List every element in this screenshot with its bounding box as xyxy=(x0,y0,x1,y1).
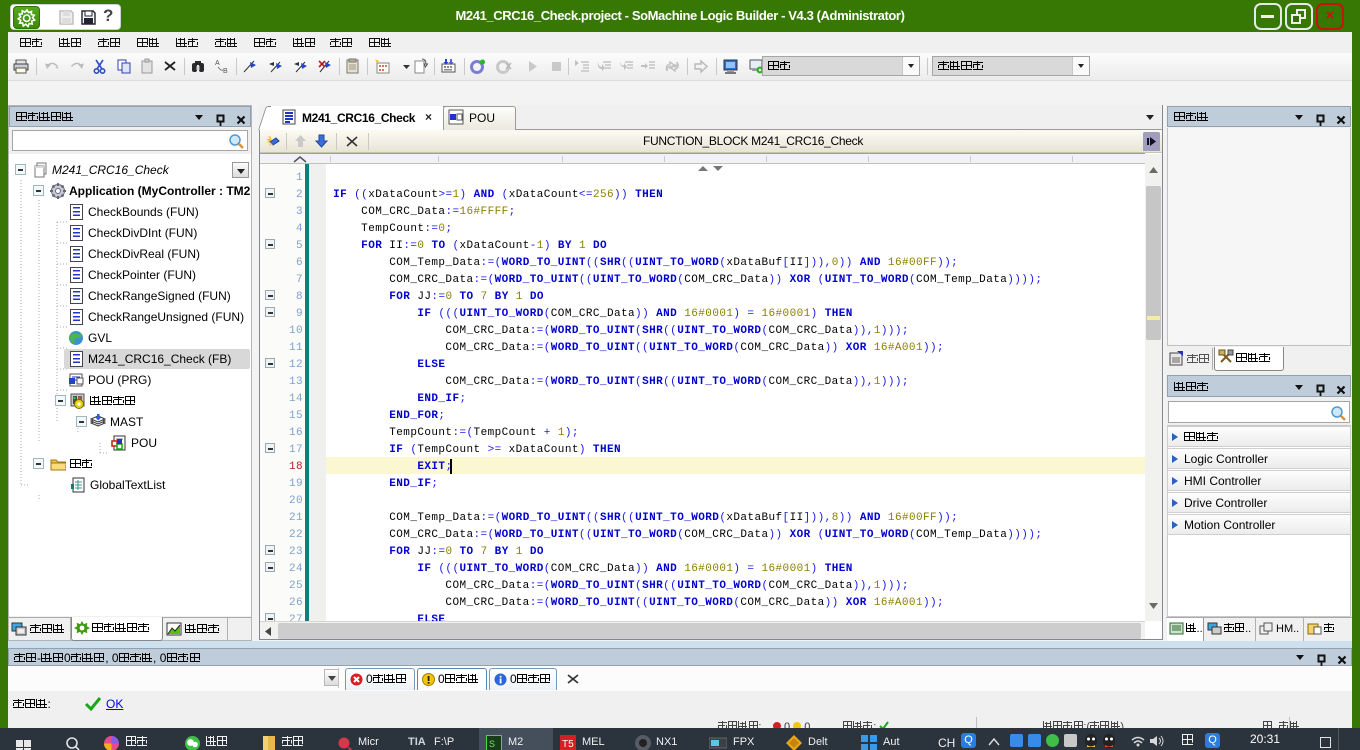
svg-text:T5: T5 xyxy=(562,739,574,750)
svg-text:S: S xyxy=(489,739,495,749)
